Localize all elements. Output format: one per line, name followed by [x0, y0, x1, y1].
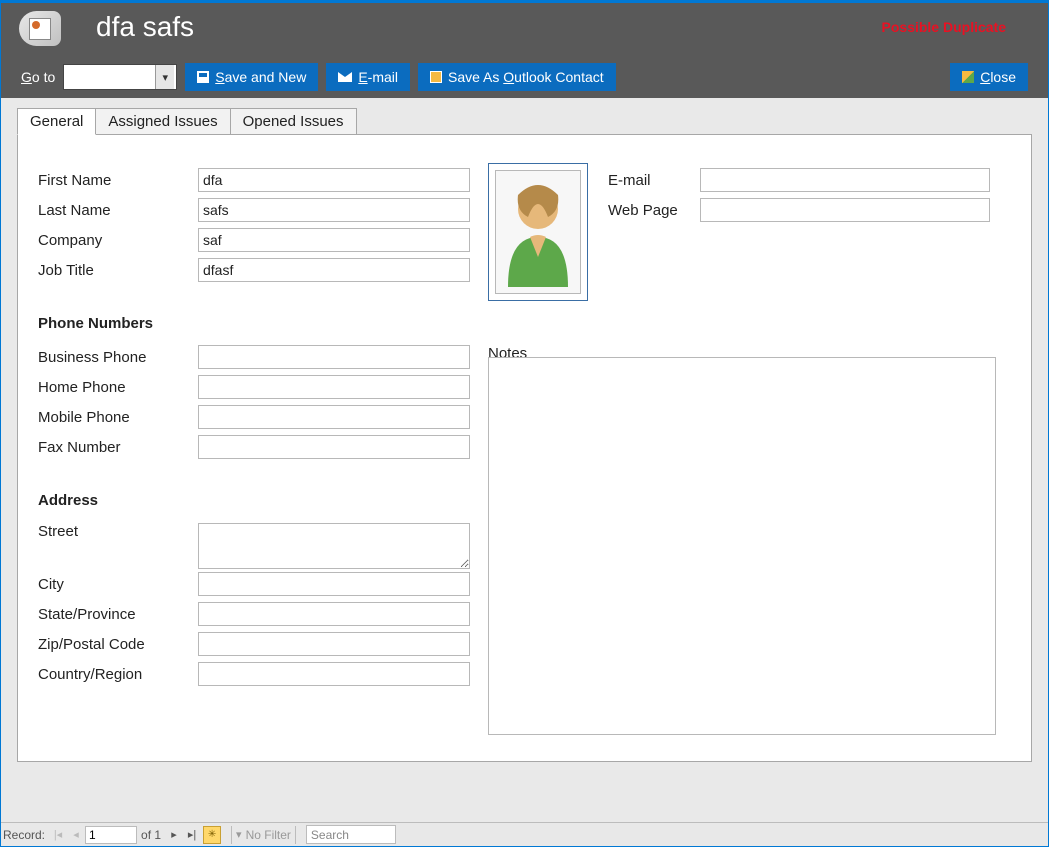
job-title-label: Job Title [38, 262, 198, 279]
search-input[interactable] [306, 825, 396, 844]
nav-last-button[interactable]: ▸| [183, 826, 201, 844]
tab-assigned-issues[interactable]: Assigned Issues [95, 108, 230, 135]
web-page-input[interactable] [700, 198, 990, 222]
job-title-input[interactable] [198, 258, 470, 282]
content-area: General Assigned Issues Opened Issues Fi… [1, 98, 1048, 822]
city-input[interactable] [198, 572, 470, 596]
first-name-label: First Name [38, 172, 198, 189]
close-button[interactable]: Close [950, 63, 1028, 91]
contact-icon [19, 11, 61, 46]
last-name-input[interactable] [198, 198, 470, 222]
save-as-outlook-button[interactable]: Save As Outlook Contact [418, 63, 616, 91]
fax-number-label: Fax Number [38, 439, 198, 456]
page-title: dfa safs [96, 11, 194, 43]
state-label: State/Province [38, 606, 198, 623]
close-icon [962, 71, 974, 83]
country-label: Country/Region [38, 666, 198, 683]
phone-section-heading: Phone Numbers [38, 315, 490, 332]
header-bar: dfa safs Possible Duplicate Go to Save a… [1, 1, 1048, 98]
filter-indicator[interactable]: ▾ No Filter [236, 828, 291, 842]
business-phone-label: Business Phone [38, 349, 198, 366]
home-phone-input[interactable] [198, 375, 470, 399]
save-and-new-button[interactable]: Save and New [185, 63, 318, 91]
duplicate-warning: Possible Duplicate [882, 19, 1006, 35]
email-label: E-mail [608, 172, 700, 189]
nav-prev-button[interactable]: ◂ [67, 826, 85, 844]
panel-general: First Name Last Name Company Job Title P… [17, 134, 1032, 762]
zip-input[interactable] [198, 632, 470, 656]
email-button[interactable]: E-mail [326, 63, 410, 91]
web-page-label: Web Page [608, 202, 700, 219]
tab-opened-issues[interactable]: Opened Issues [230, 108, 357, 135]
street-label: Street [38, 523, 198, 540]
mail-icon [338, 72, 352, 82]
email-input[interactable] [700, 168, 990, 192]
company-label: Company [38, 232, 198, 249]
nav-first-button[interactable]: |◂ [49, 826, 67, 844]
city-label: City [38, 576, 198, 593]
last-name-label: Last Name [38, 202, 198, 219]
notes-input[interactable] [488, 357, 996, 735]
mobile-phone-label: Mobile Phone [38, 409, 198, 426]
nav-new-record-button[interactable]: ✳ [203, 826, 221, 844]
record-of-text: of 1 [141, 828, 161, 842]
mobile-phone-input[interactable] [198, 405, 470, 429]
state-input[interactable] [198, 602, 470, 626]
nav-next-button[interactable]: ▸ [165, 826, 183, 844]
filter-icon: ▾ [236, 828, 242, 841]
outlook-icon [430, 71, 442, 83]
goto-label: Go to [21, 69, 55, 85]
goto-select[interactable] [63, 64, 177, 90]
tab-strip: General Assigned Issues Opened Issues [17, 108, 1032, 135]
first-name-input[interactable] [198, 168, 470, 192]
record-label: Record: [3, 828, 45, 842]
zip-label: Zip/Postal Code [38, 636, 198, 653]
avatar[interactable] [488, 163, 588, 301]
home-phone-label: Home Phone [38, 379, 198, 396]
street-input[interactable] [198, 523, 470, 569]
country-input[interactable] [198, 662, 470, 686]
record-number-input[interactable] [85, 826, 137, 844]
person-icon [498, 177, 578, 287]
address-section-heading: Address [38, 492, 490, 509]
business-phone-input[interactable] [198, 345, 470, 369]
status-bar: Record: |◂ ◂ of 1 ▸ ▸| ✳ ▾ No Filter [1, 822, 1048, 846]
save-icon [197, 71, 209, 83]
tab-general[interactable]: General [17, 108, 96, 135]
company-input[interactable] [198, 228, 470, 252]
fax-number-input[interactable] [198, 435, 470, 459]
toolbar: Go to Save and New E-mail Save As Outloo… [21, 63, 1028, 91]
